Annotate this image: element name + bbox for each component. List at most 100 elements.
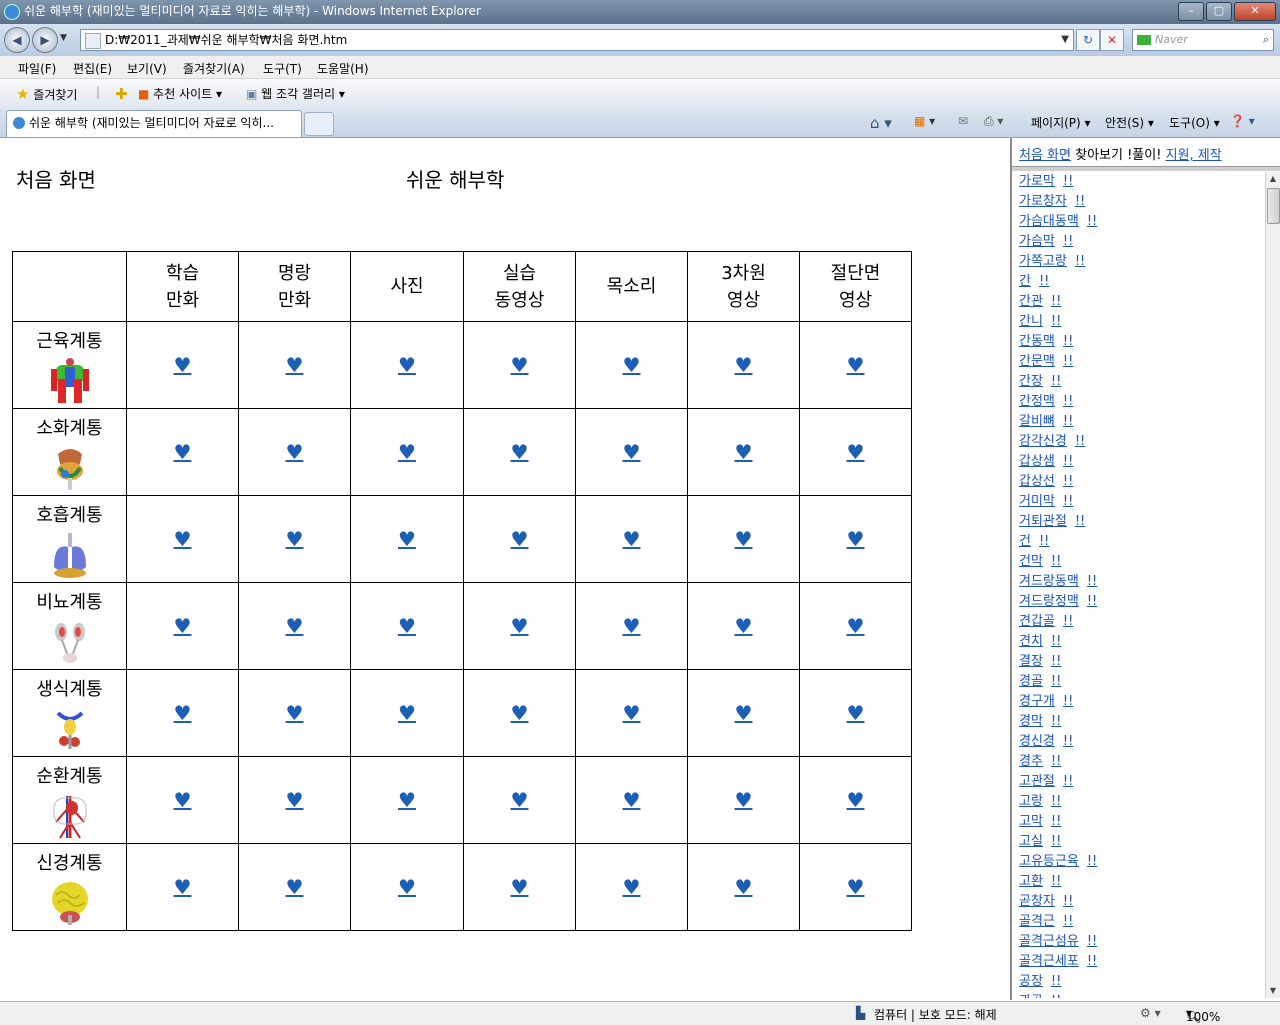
heart-link-icon[interactable]: ♥ — [398, 875, 416, 899]
explain-link[interactable]: !! — [1063, 694, 1073, 709]
heart-link-icon[interactable]: ♥ — [735, 527, 753, 551]
term-link[interactable]: 곧창자 — [1019, 894, 1055, 909]
explain-link[interactable]: !! — [1051, 714, 1061, 729]
heart-link-icon[interactable]: ♥ — [174, 788, 192, 812]
menu-view[interactable]: 보기(V) — [127, 60, 167, 77]
heart-link-icon[interactable]: ♥ — [286, 440, 304, 464]
explain-link[interactable]: !! — [1051, 674, 1061, 689]
term-link[interactable]: 간 — [1019, 274, 1031, 289]
menu-file[interactable]: 파일(F) — [18, 60, 56, 77]
term-link[interactable]: 간니 — [1019, 314, 1043, 329]
menu-tools[interactable]: 도구(T) — [263, 60, 302, 77]
term-link[interactable]: 겨드랑정맥 — [1019, 594, 1079, 609]
scroll-down-icon[interactable]: ▼ — [1266, 984, 1280, 998]
explain-link[interactable]: !! — [1051, 994, 1061, 998]
organ-thumbnail[interactable] — [13, 531, 126, 579]
heart-link-icon[interactable]: ♥ — [623, 440, 641, 464]
explain-link[interactable]: !! — [1039, 534, 1049, 549]
heart-link-icon[interactable]: ♥ — [286, 875, 304, 899]
term-link[interactable]: 공장 — [1019, 974, 1043, 989]
explain-link[interactable]: !! — [1063, 354, 1073, 369]
organ-thumbnail[interactable] — [13, 792, 126, 840]
explain-link[interactable]: !! — [1051, 314, 1061, 329]
explain-link[interactable]: !! — [1051, 754, 1061, 769]
minimize-button[interactable]: – — [1178, 2, 1204, 21]
explain-link[interactable]: !! — [1087, 854, 1097, 869]
term-link[interactable]: 경골 — [1019, 674, 1043, 689]
explain-link[interactable]: !! — [1063, 614, 1073, 629]
heart-link-icon[interactable]: ♥ — [735, 875, 753, 899]
heart-link-icon[interactable]: ♥ — [623, 353, 641, 377]
term-link[interactable]: 경막 — [1019, 714, 1043, 729]
scroll-up-icon[interactable]: ▲ — [1266, 172, 1280, 186]
explain-link[interactable]: !! — [1051, 554, 1061, 569]
term-link[interactable]: 가슴대동맥 — [1019, 214, 1079, 229]
heart-link-icon[interactable]: ♥ — [735, 353, 753, 377]
term-link[interactable]: 골격근섬유 — [1019, 934, 1079, 949]
explain-link[interactable]: !! — [1087, 934, 1097, 949]
organ-thumbnail[interactable] — [13, 444, 126, 492]
heart-link-icon[interactable]: ♥ — [286, 353, 304, 377]
heart-link-icon[interactable]: ♥ — [623, 875, 641, 899]
heart-link-icon[interactable]: ♥ — [398, 353, 416, 377]
heart-link-icon[interactable]: ♥ — [735, 440, 753, 464]
heart-link-icon[interactable]: ♥ — [174, 440, 192, 464]
feeds-icon[interactable]: ▦ ▾ — [914, 114, 935, 128]
heart-link-icon[interactable]: ♥ — [847, 614, 865, 638]
heart-link-icon[interactable]: ♥ — [511, 353, 529, 377]
term-link[interactable]: 고막 — [1019, 814, 1043, 829]
term-link[interactable]: 경신경 — [1019, 734, 1055, 749]
tools-menu-button[interactable]: 도구(O) ▾ — [1169, 114, 1220, 131]
explain-link[interactable]: !! — [1087, 214, 1097, 229]
heart-link-icon[interactable]: ♥ — [398, 788, 416, 812]
heart-link-icon[interactable]: ♥ — [847, 701, 865, 725]
term-link[interactable]: 고유등근육 — [1019, 854, 1079, 869]
back-button[interactable]: ◀ — [4, 27, 30, 53]
heart-link-icon[interactable]: ♥ — [735, 614, 753, 638]
credits-link[interactable]: 지원, 제작 — [1166, 148, 1222, 163]
heart-link-icon[interactable]: ♥ — [623, 701, 641, 725]
home-link[interactable]: 처음 화면 — [1019, 148, 1071, 163]
term-link[interactable]: 견갑골 — [1019, 614, 1055, 629]
heart-link-icon[interactable]: ♥ — [623, 788, 641, 812]
home-icon[interactable]: ⌂ ▾ — [870, 114, 892, 132]
term-link[interactable]: 갑상선 — [1019, 474, 1055, 489]
heart-link-icon[interactable]: ♥ — [847, 875, 865, 899]
add-favorite-icon[interactable]: ✚ — [115, 85, 128, 103]
explain-link[interactable]: !! — [1075, 434, 1085, 449]
heart-link-icon[interactable]: ♥ — [174, 875, 192, 899]
explain-link[interactable]: !! — [1051, 294, 1061, 309]
heart-link-icon[interactable]: ♥ — [623, 614, 641, 638]
suggested-sites-button[interactable]: ■ 추천 사이트 ▾ — [138, 85, 222, 102]
organ-thumbnail[interactable] — [13, 705, 126, 753]
heart-link-icon[interactable]: ♥ — [398, 614, 416, 638]
term-link[interactable]: 건 — [1019, 534, 1031, 549]
web-slice-gallery-button[interactable]: ▣ 웹 조각 갤러리 ▾ — [246, 85, 345, 102]
explain-link[interactable]: !! — [1063, 394, 1073, 409]
term-link[interactable]: 감각신경 — [1019, 434, 1067, 449]
heart-link-icon[interactable]: ♥ — [174, 527, 192, 551]
maximize-button[interactable]: ▢ — [1206, 2, 1232, 21]
mail-icon[interactable]: ✉ — [958, 114, 968, 128]
heart-link-icon[interactable]: ♥ — [847, 440, 865, 464]
menu-favorites[interactable]: 즐겨찾기(A) — [183, 60, 245, 77]
term-link[interactable]: 골격근세포 — [1019, 954, 1079, 969]
term-link[interactable]: 간동맥 — [1019, 334, 1055, 349]
heart-link-icon[interactable]: ♥ — [398, 440, 416, 464]
term-link[interactable]: 갑상샘 — [1019, 454, 1055, 469]
heart-link-icon[interactable]: ♥ — [511, 440, 529, 464]
term-link[interactable]: 가로창자 — [1019, 194, 1067, 209]
heart-link-icon[interactable]: ♥ — [286, 788, 304, 812]
explain-link[interactable]: !! — [1039, 274, 1049, 289]
term-link[interactable]: 가로막 — [1019, 174, 1055, 189]
term-link[interactable]: 경추 — [1019, 754, 1043, 769]
heart-link-icon[interactable]: ♥ — [847, 788, 865, 812]
explain-link[interactable]: !! — [1063, 914, 1073, 929]
heart-link-icon[interactable]: ♥ — [286, 614, 304, 638]
term-link[interactable]: 관골 — [1019, 994, 1043, 998]
history-dropdown-icon[interactable]: ▼ — [60, 33, 67, 43]
explain-link[interactable]: !! — [1087, 594, 1097, 609]
heart-link-icon[interactable]: ♥ — [398, 527, 416, 551]
scroll-thumb[interactable] — [1267, 188, 1280, 224]
explain-link[interactable]: !! — [1051, 374, 1061, 389]
